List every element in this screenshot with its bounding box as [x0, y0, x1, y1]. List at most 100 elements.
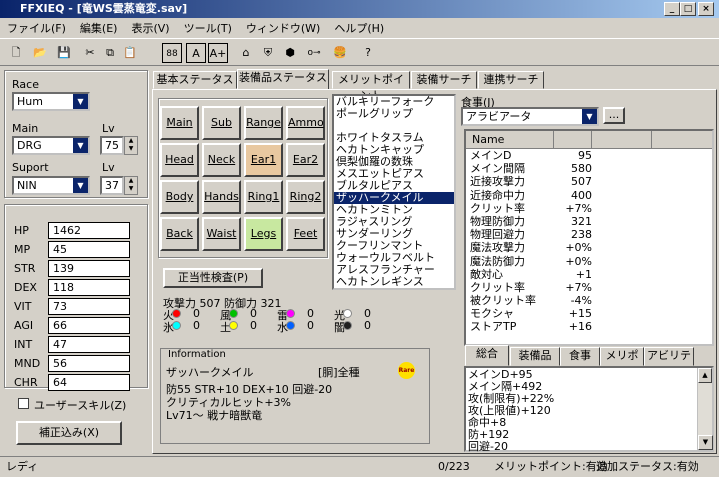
slot-ring2[interactable]: Ring2 — [286, 180, 325, 214]
tab-equipment-search[interactable]: 装備サーチ — [411, 71, 477, 89]
stat-row-name: 物理回避力 — [470, 228, 525, 242]
shield-icon[interactable]: ⛨ — [258, 43, 278, 63]
menu-view[interactable]: 表示(V) — [124, 20, 176, 36]
summary-line: 回避-20 — [468, 440, 508, 453]
equipment-list-item[interactable]: ヘカトンレギンス — [334, 276, 454, 288]
save-icon[interactable]: 💾 — [54, 43, 74, 63]
stat-row: ストアTP +16 — [466, 320, 712, 333]
element-orb-icon — [286, 321, 295, 330]
equipment-list-item[interactable]: ポールグリップ — [334, 108, 454, 120]
toolbar-88-button[interactable]: 88 — [162, 43, 182, 63]
stat-label-dex: DEX — [14, 281, 37, 294]
slot-feet[interactable]: Feet — [286, 217, 325, 251]
element-orb-icon — [343, 309, 352, 318]
bottom-tab-0[interactable]: 総合 — [465, 345, 509, 366]
help-icon[interactable]: ? — [358, 43, 378, 63]
maximize-button[interactable]: □ — [680, 2, 696, 16]
slot-ammo[interactable]: Ammo — [286, 106, 325, 140]
stat-row-value: 95 — [578, 149, 592, 162]
stat-value-int: 47 — [48, 336, 130, 353]
equipment-list[interactable]: バルキリーフォーク ポールグリップ ホワイトタスラム ヘカトンキャップ 倶梨伽羅の数珠メ… — [332, 94, 456, 290]
slot-body[interactable]: Body — [160, 180, 199, 214]
status-bar: レディ 0/223 メリットポイント:有効 追加ステータス:有効 — [0, 456, 719, 476]
column-name[interactable]: Name — [466, 131, 554, 148]
slot-neck[interactable]: Neck — [202, 143, 241, 177]
support-lv-input[interactable]: 37 — [100, 176, 124, 195]
element-orb-icon — [343, 321, 352, 330]
tab-merit-points[interactable]: メリットポイント — [332, 71, 410, 102]
open-folder-icon[interactable]: 📂 — [30, 43, 50, 63]
tab-equipment-status[interactable]: 装備品ステータス — [237, 69, 329, 90]
menu-window[interactable]: ウィンドウ(W) — [239, 20, 327, 36]
race-label: Race — [12, 78, 39, 91]
race-select[interactable]: Hum ▼ — [12, 92, 90, 111]
menu-edit[interactable]: 編集(E) — [73, 20, 125, 36]
minimize-button[interactable]: _ — [664, 2, 680, 16]
house-icon[interactable]: ⌂ — [236, 43, 256, 63]
stat-value-agi: 66 — [48, 317, 130, 334]
close-button[interactable]: × — [698, 2, 714, 16]
menu-file[interactable]: ファイル(F) — [0, 20, 73, 36]
support-lv-spinner[interactable]: ▲ ▼ — [124, 176, 138, 195]
food-more-button[interactable]: ... — [603, 107, 625, 124]
element-value-4: 0 — [193, 319, 200, 332]
bottom-tab-1[interactable]: 装備品 — [510, 347, 560, 366]
stat-row-value: +1 — [575, 267, 592, 281]
toolbar-a-button[interactable]: A — [186, 43, 206, 63]
status-extra: 追加ステータス:有効 — [596, 460, 699, 473]
stat-row-value: 507 — [571, 175, 592, 189]
main-job-select[interactable]: DRG ▼ — [12, 136, 90, 155]
scroll-up-icon[interactable]: ▲ — [698, 368, 712, 383]
food-select[interactable]: アラビアータ ▼ — [461, 107, 599, 126]
slot-ring1[interactable]: Ring1 — [244, 180, 283, 214]
slot-ear2[interactable]: Ear2 — [286, 143, 325, 177]
column-extra[interactable] — [592, 131, 652, 148]
user-skill-checkbox[interactable] — [18, 398, 29, 409]
correct-button[interactable]: 補正込み(X) — [16, 421, 122, 445]
element-orb-icon — [229, 321, 238, 330]
menu-help[interactable]: ヘルプ(H) — [327, 20, 391, 36]
slot-waist[interactable]: Waist — [202, 217, 241, 251]
slot-legs[interactable]: Legs — [244, 217, 283, 251]
stat-label-mp: MP — [14, 243, 31, 256]
tab-chain-search[interactable]: 連携サーチ — [478, 71, 544, 89]
stat-table[interactable]: Name メインD 95 メイン間隔 580 近接攻撃力 507 近接命中力 4… — [464, 129, 714, 346]
stat-row: 物理回避力 238 — [466, 228, 712, 241]
key-icon[interactable]: o⊸ — [304, 43, 324, 63]
paste-icon[interactable]: 📋 — [120, 43, 140, 63]
slot-ear1[interactable]: Ear1 — [244, 143, 283, 177]
cut-icon[interactable]: ✂ — [80, 43, 100, 63]
slot-head[interactable]: Head — [160, 143, 199, 177]
stat-row-value: +0% — [565, 241, 592, 255]
food-icon[interactable]: 🍔 — [330, 43, 350, 63]
slot-main[interactable]: Main — [160, 106, 199, 140]
support-job-select[interactable]: NIN ▼ — [12, 176, 90, 195]
tab-basic-status[interactable]: 基本ステータス — [153, 71, 237, 89]
summary-list[interactable]: メインD+95 メイン隔+492 攻(制限有)+22% 攻(上限値)+120 命中+8 防… — [464, 366, 714, 453]
slot-back[interactable]: Back — [160, 217, 199, 251]
cube-icon[interactable]: ⬢ — [280, 43, 300, 63]
scroll-down-icon[interactable]: ▼ — [698, 435, 713, 450]
menu-tools[interactable]: ツール(T) — [177, 20, 239, 36]
slot-sub[interactable]: Sub — [202, 106, 241, 140]
slot-hands[interactable]: Hands — [202, 180, 241, 214]
new-file-icon[interactable]: 🗋 — [6, 43, 26, 63]
stat-row-name: クリット率 — [470, 201, 525, 215]
main-lv-input[interactable]: 75 — [100, 136, 124, 155]
slot-range[interactable]: Range — [244, 106, 283, 140]
copy-icon[interactable]: ⧉ — [100, 43, 120, 63]
bottom-tab-4[interactable]: アビリティ — [644, 347, 694, 378]
bottom-tab-2[interactable]: 食事 — [560, 347, 600, 366]
stat-row-value: +15 — [568, 307, 592, 321]
summary-scrollbar[interactable]: ▲ ▼ — [697, 368, 713, 450]
toolbar-a-plus-button[interactable]: A+ — [208, 43, 228, 63]
bottom-tab-3[interactable]: メリポ — [600, 347, 644, 366]
stat-row: 敵対心 +1 — [466, 268, 712, 281]
validate-button[interactable]: 正当性検査(P) — [163, 268, 263, 288]
title-bar: FFXIEQ - [竜WS雲蒸竜変.sav] _ □ × — [0, 0, 719, 18]
stat-row-name: 魔法防御力 — [470, 254, 525, 268]
column-value[interactable] — [554, 131, 592, 148]
stat-row: 物理防御力 321 — [466, 215, 712, 228]
main-lv-spinner[interactable]: ▲ ▼ — [124, 136, 138, 155]
support-label: Suport — [12, 161, 49, 174]
